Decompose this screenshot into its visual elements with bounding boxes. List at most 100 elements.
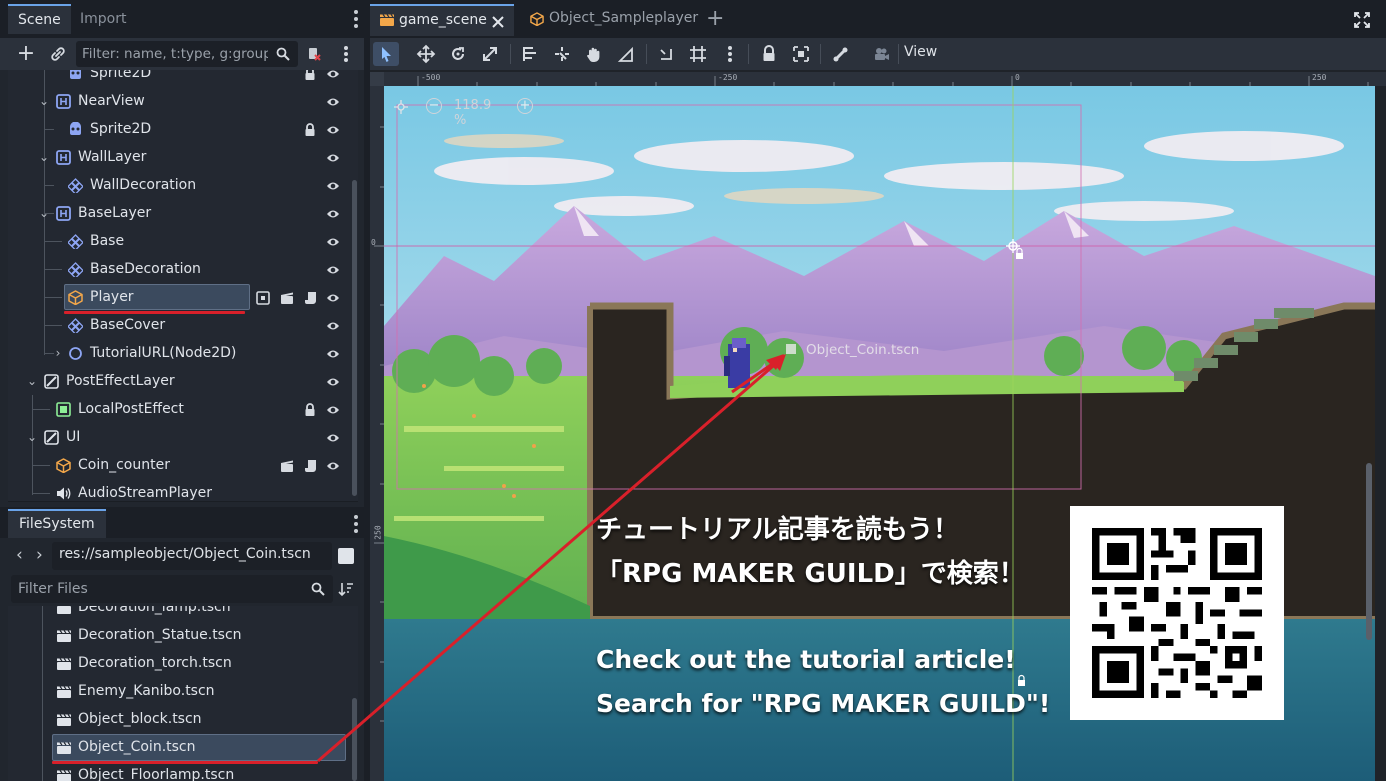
- tab-game-scene[interactable]: game_scene: [370, 4, 514, 36]
- scene-filter-input[interactable]: [82, 44, 268, 64]
- scale-mode-button[interactable]: [477, 42, 503, 66]
- visibility-eye-icon[interactable]: [326, 124, 340, 136]
- zoom-out-button[interactable]: −: [426, 98, 442, 114]
- add-node-icon[interactable]: +: [14, 42, 38, 66]
- visibility-eye-icon[interactable]: [326, 376, 340, 388]
- ruler-mode-button[interactable]: [613, 42, 639, 66]
- instantiate-scene-icon[interactable]: [46, 42, 70, 66]
- visibility-eye-icon[interactable]: [326, 404, 340, 416]
- visibility-eye-icon[interactable]: [326, 208, 340, 220]
- dock-menu-icon[interactable]: [354, 10, 358, 28]
- collapse-arrow-icon[interactable]: ⌄: [26, 374, 38, 388]
- rotate-mode-button[interactable]: [445, 42, 471, 66]
- visibility-eye-icon[interactable]: [326, 432, 340, 444]
- file-item[interactable]: Enemy_Kanibo.tscn: [8, 678, 358, 706]
- center-view-icon[interactable]: [394, 100, 408, 114]
- group-button[interactable]: [788, 42, 814, 66]
- collapse-arrow-icon[interactable]: ⌄: [38, 150, 50, 164]
- select-mode-button[interactable]: [373, 42, 399, 66]
- lock-icon[interactable]: [304, 403, 316, 417]
- tab-object-sampleplayer[interactable]: Object_Sampleplayer: [520, 4, 700, 36]
- tree-node-audiostreamplayer[interactable]: AudioStreamPlayer: [8, 480, 358, 501]
- group-icon[interactable]: [256, 291, 270, 305]
- scene-file-icon: [57, 770, 71, 781]
- open-scene-icon[interactable]: [280, 291, 294, 305]
- grid-snap-button[interactable]: [685, 42, 711, 66]
- collapse-arrow-icon[interactable]: ⌄: [38, 94, 50, 108]
- lock-button[interactable]: [756, 42, 782, 66]
- lock-icon[interactable]: [304, 123, 316, 137]
- tab-scene[interactable]: Scene: [8, 4, 71, 34]
- expand-arrow-icon[interactable]: ›: [52, 346, 64, 360]
- tab-import[interactable]: Import: [70, 4, 136, 34]
- file-item[interactable]: Decoration_Statue.tscn: [8, 622, 358, 650]
- list-select-button[interactable]: [517, 42, 543, 66]
- snap-options-icon[interactable]: [717, 42, 743, 66]
- zoom-in-button[interactable]: +: [517, 98, 533, 114]
- add-tab-icon[interactable]: +: [706, 6, 724, 31]
- file-list-scrollbar[interactable]: [352, 698, 357, 781]
- scene-tree-scrollbar[interactable]: [352, 180, 357, 496]
- collapse-arrow-icon[interactable]: ⌄: [38, 206, 50, 220]
- viewport-scrollbar[interactable]: [1366, 463, 1372, 640]
- file-item[interactable]: Decoration_lamp.tscn: [8, 606, 358, 622]
- file-filter-input[interactable]: [18, 579, 298, 599]
- tree-node-posteffectlayer[interactable]: ⌄ PostEffectLayer: [8, 368, 358, 396]
- tree-node-walldecoration[interactable]: WallDecoration: [8, 172, 358, 200]
- visibility-eye-icon[interactable]: [326, 460, 340, 472]
- lock-icon[interactable]: [304, 70, 316, 81]
- distraction-free-icon[interactable]: [1354, 12, 1370, 28]
- forward-icon[interactable]: ›: [36, 545, 43, 565]
- visibility-eye-icon[interactable]: [326, 236, 340, 248]
- file-item[interactable]: Decoration_torch.tscn: [8, 650, 358, 678]
- tree-node-label: BaseLayer: [78, 205, 152, 221]
- tree-node-player[interactable]: Player: [8, 284, 358, 312]
- sort-icon[interactable]: [338, 581, 354, 597]
- tree-node-ui[interactable]: ⌄ UI: [8, 424, 358, 452]
- visibility-eye-icon[interactable]: [326, 96, 340, 108]
- smart-snap-button[interactable]: [653, 42, 679, 66]
- open-scene-icon[interactable]: [280, 459, 294, 473]
- tree-node-basedecoration[interactable]: BaseDecoration: [8, 256, 358, 284]
- script-icon[interactable]: [304, 291, 318, 305]
- path-field[interactable]: res://sampleobject/Object_Coin.tscn: [52, 542, 332, 570]
- tutorial-jp-line1: チュートリアル記事を読もう！: [596, 515, 959, 545]
- dock-menu-icon[interactable]: [354, 515, 358, 533]
- tree-node-nearview[interactable]: ⌄ NearView: [8, 88, 358, 116]
- move-mode-button[interactable]: [413, 42, 439, 66]
- split-mode-icon[interactable]: [338, 548, 354, 564]
- camera-override-button[interactable]: [868, 42, 894, 66]
- visibility-eye-icon[interactable]: [326, 264, 340, 276]
- file-item-selected[interactable]: Object_Coin.tscn: [8, 734, 358, 762]
- skeleton-button[interactable]: [828, 42, 854, 66]
- tree-node-tutorialurl[interactable]: › TutorialURL(Node2D): [8, 340, 358, 368]
- pivot-mode-button[interactable]: [549, 42, 575, 66]
- tree-node-base[interactable]: Base: [8, 228, 358, 256]
- tab-filesystem[interactable]: FileSystem: [8, 509, 106, 538]
- visibility-eye-icon[interactable]: [326, 70, 340, 80]
- visibility-eye-icon[interactable]: [326, 152, 340, 164]
- tree-node-localposteffect[interactable]: LocalPostEffect: [8, 396, 358, 424]
- tree-node-coin-counter[interactable]: Coin_counter: [8, 452, 358, 480]
- tilemap-icon: [68, 318, 83, 333]
- file-item[interactable]: Object_Floorlamp.tscn: [8, 762, 358, 781]
- file-item[interactable]: Object_block.tscn: [8, 706, 358, 734]
- script-clear-icon[interactable]: [302, 42, 326, 66]
- tree-node-walllayer[interactable]: ⌄ WallLayer: [8, 144, 358, 172]
- pan-mode-button[interactable]: [581, 42, 607, 66]
- script-icon[interactable]: [304, 459, 318, 473]
- visibility-eye-icon[interactable]: [326, 320, 340, 332]
- visibility-eye-icon[interactable]: [326, 180, 340, 192]
- tree-node-sprite2d[interactable]: Sprite2D: [8, 116, 358, 144]
- tree-node-baselayer[interactable]: ⌄ BaseLayer: [8, 200, 358, 228]
- back-icon[interactable]: ‹: [16, 545, 23, 565]
- zoom-level-label[interactable]: 118.9 %: [454, 98, 491, 128]
- more-options-icon[interactable]: [334, 42, 358, 66]
- visibility-eye-icon[interactable]: [326, 348, 340, 360]
- tree-node-basecover[interactable]: BaseCover: [8, 312, 358, 340]
- close-icon[interactable]: [491, 15, 505, 29]
- visibility-eye-icon[interactable]: [326, 292, 340, 304]
- view-menu[interactable]: View: [904, 44, 937, 60]
- collapse-arrow-icon[interactable]: ⌄: [26, 430, 38, 444]
- tree-node-sprite2d-top[interactable]: Sprite2D: [8, 70, 358, 88]
